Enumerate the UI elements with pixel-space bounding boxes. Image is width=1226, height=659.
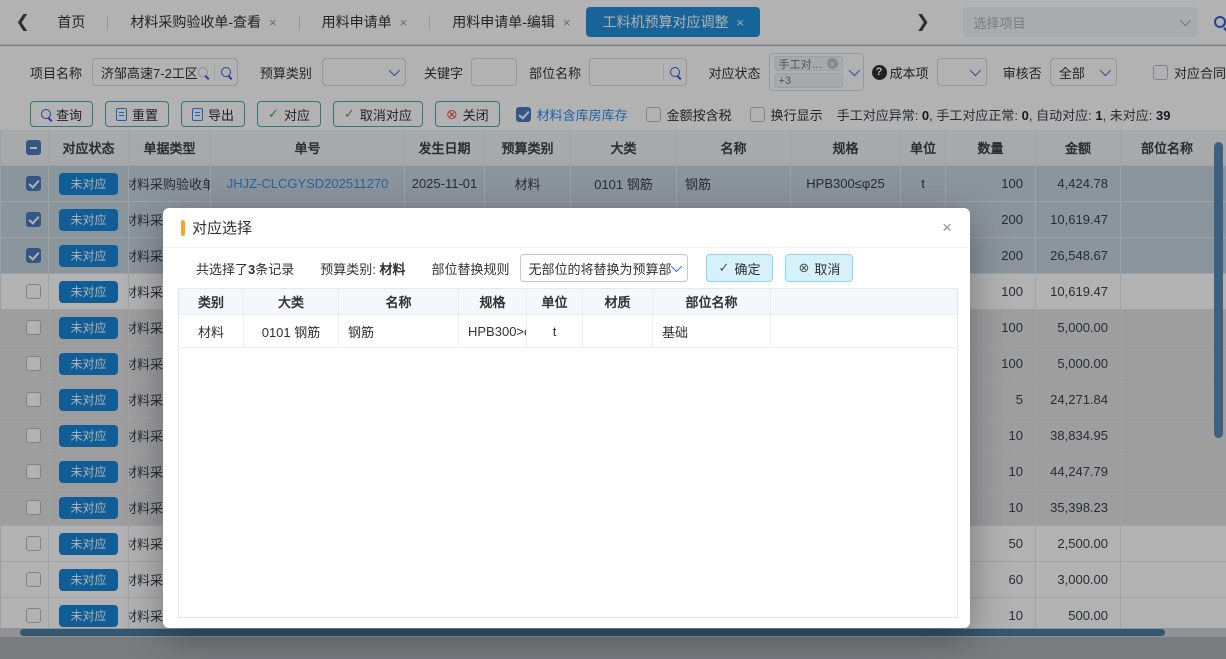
dialog-header-cell-大类: 大类 xyxy=(244,289,339,314)
dialog-cell: 0101 钢筋 xyxy=(244,315,339,347)
replace-rule-label: 部位替换规则 xyxy=(432,259,510,278)
check-icon: ✓ xyxy=(719,260,730,276)
dialog-table-row[interactable]: 材料0101 钢筋钢筋HPB300>φt 基础 xyxy=(179,315,957,348)
dialog-title: 对应选择 xyxy=(192,217,252,238)
confirm-button[interactable]: ✓ 确定 xyxy=(706,254,774,282)
dialog-info-row: 共选择了3条记录 预算类别: 材料 部位替换规则 无部位的将替换为预算部 ✓ 确… xyxy=(163,248,970,288)
selected-count-text: 共选择了3条记录 xyxy=(196,259,294,278)
replace-rule-select[interactable]: 无部位的将替换为预算部 xyxy=(520,254,688,282)
dialog-table-header: 类别大类名称规格单位材质部位名称 xyxy=(179,289,957,315)
chevron-down-icon xyxy=(670,261,681,272)
dialog-cell xyxy=(583,315,653,347)
dialog-table-body: 材料0101 钢筋钢筋HPB300>φt 基础 xyxy=(179,315,957,348)
match-selection-dialog: 对应选择 × 共选择了3条记录 预算类别: 材料 部位替换规则 无部位的将替换为… xyxy=(163,208,970,628)
dialog-header-cell-规格: 规格 xyxy=(459,289,527,314)
dialog-cell: 钢筋 xyxy=(339,315,459,347)
circle-x-icon: ⊗ xyxy=(798,260,809,276)
dialog-header-cell-单位: 单位 xyxy=(527,289,583,314)
title-accent-bar xyxy=(181,220,185,236)
cancel-button[interactable]: ⊗ 取消 xyxy=(785,254,853,282)
dialog-cell: HPB300>φ xyxy=(459,315,527,347)
dialog-table: 类别大类名称规格单位材质部位名称 材料0101 钢筋钢筋HPB300>φt 基础 xyxy=(178,288,958,618)
dialog-cell: 基础 xyxy=(653,315,771,347)
dialog-cell: t xyxy=(527,315,583,347)
dialog-header-cell-类别: 类别 xyxy=(179,289,244,314)
dialog-title-bar: 对应选择 × xyxy=(163,208,970,248)
dialog-header-cell-名称: 名称 xyxy=(339,289,459,314)
dialog-close-icon[interactable]: × xyxy=(942,219,952,236)
dialog-header-cell-部位名称: 部位名称 xyxy=(653,289,771,314)
budget-type-text: 预算类别: 材料 xyxy=(320,259,405,278)
dialog-cell: 材料 xyxy=(179,315,244,347)
dialog-header-cell-材质: 材质 xyxy=(583,289,653,314)
replace-rule-value: 无部位的将替换为预算部 xyxy=(529,259,671,278)
